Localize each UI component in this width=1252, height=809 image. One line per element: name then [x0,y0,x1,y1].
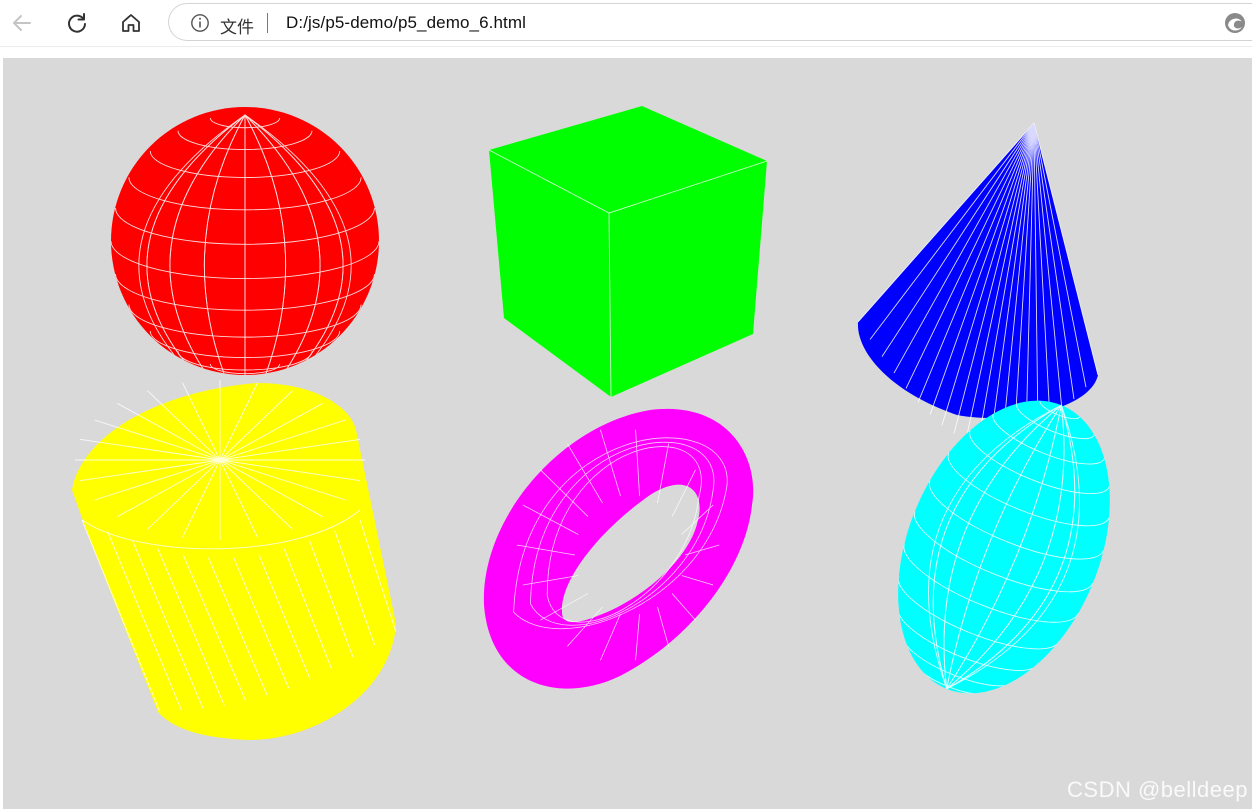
info-icon [191,14,209,32]
address-separator [267,13,268,33]
url-text[interactable]: D:/js/p5-demo/p5_demo_6.html [286,13,526,33]
arrow-left-icon [13,15,31,31]
home-button[interactable] [115,7,147,39]
toolbar-divider [0,46,1252,47]
cube-shape [488,106,768,398]
ellipsoid-shape [897,400,1110,696]
info-button[interactable] [189,12,211,34]
address-bar[interactable]: 文件 D:/js/p5-demo/p5_demo_6.html [168,3,1252,41]
reload-icon [68,13,86,33]
cone-shape [857,122,1099,446]
p5-canvas[interactable]: CSDN @belldeep [3,58,1252,809]
torus-shape [483,408,754,689]
browser-toolbar: 文件 D:/js/p5-demo/p5_demo_6.html [0,0,1252,46]
home-icon [122,14,140,32]
address-label: 文件 [220,18,254,38]
sphere-shape [111,107,379,375]
back-button[interactable] [6,7,38,39]
edge-icon[interactable] [1224,12,1246,34]
watermark: CSDN @belldeep [1067,777,1248,802]
reload-button[interactable] [61,7,93,39]
cylinder-shape [72,380,397,740]
scene-svg [72,106,1110,740]
